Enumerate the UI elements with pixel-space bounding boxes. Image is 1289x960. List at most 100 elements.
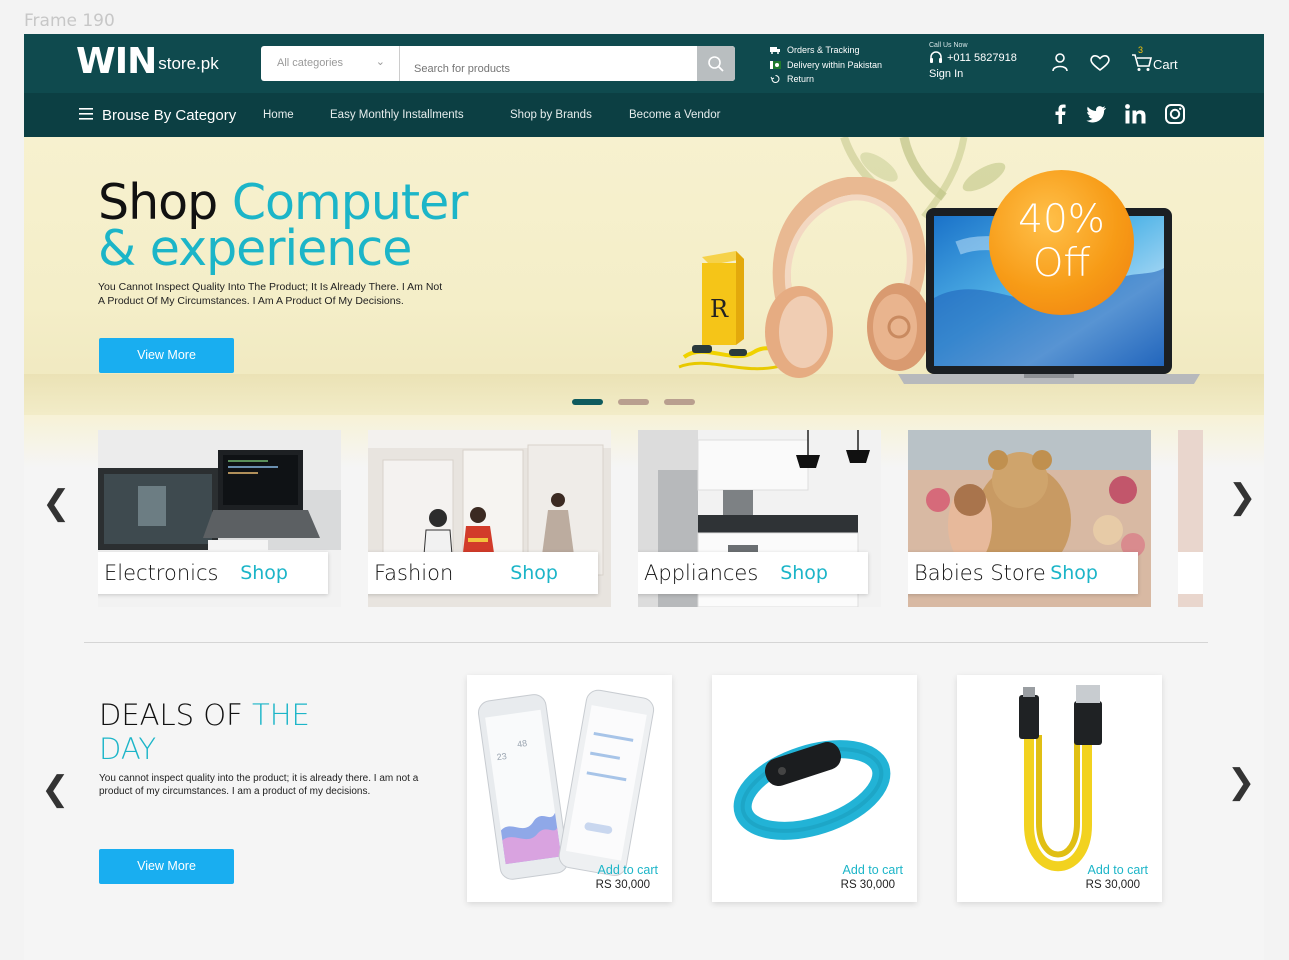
product-price: RS 30,000 (595, 879, 650, 891)
cart-count: 3 (1138, 45, 1144, 55)
category-shop-link[interactable]: Shop (1050, 562, 1098, 584)
search-input[interactable] (400, 46, 697, 81)
user-icon[interactable] (1051, 52, 1069, 72)
hero-title-teal-2: & experience (98, 220, 412, 277)
discount-badge-label: Off (1032, 241, 1091, 286)
category-label: Electronics Shop (98, 552, 328, 594)
social-links (1054, 104, 1185, 124)
category-select[interactable]: All categories ⌄ (261, 46, 400, 81)
search-button[interactable] (697, 46, 735, 81)
product-card-phone[interactable]: 23 48 Add to cart RS 30,000 (467, 675, 672, 902)
return-link[interactable]: Return (770, 72, 882, 87)
logo[interactable]: WIN store.pk (76, 44, 219, 80)
category-carousel: ❮ Electronics Shop Fashion Shop Applianc… (24, 415, 1264, 625)
search-bar: All categories ⌄ (261, 46, 735, 81)
nav-bar: Brouse By Category Home Easy Monthly Ins… (24, 93, 1264, 137)
category-shop-link[interactable]: Shop (240, 562, 288, 584)
nav-link-home[interactable]: Home (263, 109, 294, 121)
instagram-icon[interactable] (1165, 104, 1185, 124)
search-icon (708, 55, 724, 72)
page: WIN store.pk All categories ⌄ Orders & T… (24, 34, 1264, 960)
deals-next-arrow[interactable]: ❯ (1227, 762, 1256, 802)
carousel-dot-1[interactable] (572, 399, 603, 405)
discount-badge-value: 40% (1018, 197, 1105, 242)
deals-title-teal: THE (252, 698, 310, 732)
product-price: RS 30,000 (1085, 879, 1140, 891)
deals-description: You cannot inspect quality into the prod… (99, 773, 419, 797)
contact-block: Call Us Now +011 5827918 Sign In (929, 42, 1017, 80)
pakistan-flag-icon (770, 60, 781, 69)
return-icon (770, 75, 780, 84)
phone-number[interactable]: +011 5827918 (929, 51, 1017, 64)
add-to-cart-button[interactable]: Add to cart (598, 863, 658, 877)
browse-category-button[interactable]: Brouse By Category (102, 107, 236, 124)
cart-icon (1132, 54, 1153, 71)
section-divider (84, 642, 1208, 643)
discount-badge: 40% Off (989, 170, 1134, 315)
logo-suffix: store.pk (158, 54, 219, 73)
product-price: RS 30,000 (840, 879, 895, 891)
orders-tracking-link[interactable]: Orders & Tracking (770, 43, 882, 58)
orders-tracking-label: Orders & Tracking (787, 45, 860, 55)
delivery-info: Delivery within Pakistan (770, 58, 882, 73)
svg-text:23: 23 (496, 751, 507, 762)
truck-icon (770, 47, 780, 55)
category-name: Fashion (374, 561, 454, 585)
hero-view-more-button[interactable]: View More (99, 338, 234, 373)
heart-icon[interactable] (1089, 53, 1111, 72)
category-label: Babies Store Shop (908, 552, 1138, 594)
deals-title-dark: DEALS OF (99, 698, 253, 732)
chevron-down-icon: ⌄ (375, 56, 385, 68)
category-shop-link[interactable]: Shop (510, 562, 558, 584)
category-card-electronics[interactable]: Electronics Shop (98, 430, 341, 607)
linkedin-icon[interactable] (1125, 104, 1146, 124)
twitter-icon[interactable] (1085, 105, 1106, 123)
category-label: Appliances Shop (638, 552, 868, 594)
cart-label: Cart (1153, 57, 1178, 72)
category-name: Electronics (104, 561, 219, 585)
logo-main: WIN (76, 41, 157, 82)
nav-link-brands[interactable]: Shop by Brands (510, 109, 592, 121)
carousel-dot-3[interactable] (664, 399, 695, 405)
category-select-label: All categories (277, 57, 344, 69)
next-category-image (1178, 430, 1203, 607)
call-label: Call Us Now (929, 42, 968, 49)
category-card-fashion[interactable]: Fashion Shop (368, 430, 611, 607)
category-next-arrow[interactable]: ❯ (1228, 477, 1257, 517)
deals-prev-arrow[interactable]: ❮ (41, 769, 70, 809)
frame-label: Frame 190 (24, 11, 115, 31)
hero-banner: Shop Computer & experience You Cannot In… (24, 137, 1264, 415)
carousel-dot-2[interactable] (618, 399, 649, 405)
return-label: Return (787, 74, 815, 84)
category-label: Fashion Shop (368, 552, 598, 594)
top-header: WIN store.pk All categories ⌄ Orders & T… (24, 34, 1264, 93)
sign-in-link[interactable]: Sign In (929, 68, 1017, 80)
svg-text:R: R (710, 295, 729, 323)
header-icons: 3 Cart (1051, 45, 1178, 72)
hero-title: Shop Computer & experience (98, 178, 468, 273)
carousel-dots (572, 399, 695, 405)
category-card-appliances[interactable]: Appliances Shop (638, 430, 881, 607)
category-name: Babies Store (914, 561, 1046, 585)
menu-icon[interactable] (79, 108, 93, 120)
delivery-label: Delivery within Pakistan (787, 59, 883, 70)
product-card-fitness-band[interactable]: Add to cart RS 30,000 (712, 675, 917, 902)
add-to-cart-button[interactable]: Add to cart (843, 863, 903, 877)
hero-description: You Cannot Inspect Quality Into The Prod… (98, 281, 443, 308)
category-card-partial[interactable] (1178, 430, 1203, 607)
category-shop-link[interactable]: Shop (780, 562, 828, 584)
cart-button[interactable]: 3 Cart (1131, 45, 1178, 72)
deals-title: DEALS OF THE DAY (99, 698, 310, 766)
headset-icon (930, 51, 942, 63)
nav-link-installments[interactable]: Easy Monthly Installments (330, 109, 464, 121)
phone-number-text: +011 5827918 (947, 51, 1017, 64)
facebook-icon[interactable] (1054, 104, 1066, 124)
category-card-babies-store[interactable]: Babies Store Shop (908, 430, 1151, 607)
category-prev-arrow[interactable]: ❮ (42, 483, 71, 523)
add-to-cart-button[interactable]: Add to cart (1088, 863, 1148, 877)
header-info: Orders & Tracking Delivery within Pakist… (770, 43, 882, 87)
nav-link-vendor[interactable]: Become a Vendor (629, 109, 720, 121)
product-card-usb-cable[interactable]: Add to cart RS 30,000 (957, 675, 1162, 902)
deals-view-more-button[interactable]: View More (99, 849, 234, 884)
category-name: Appliances (644, 561, 759, 585)
